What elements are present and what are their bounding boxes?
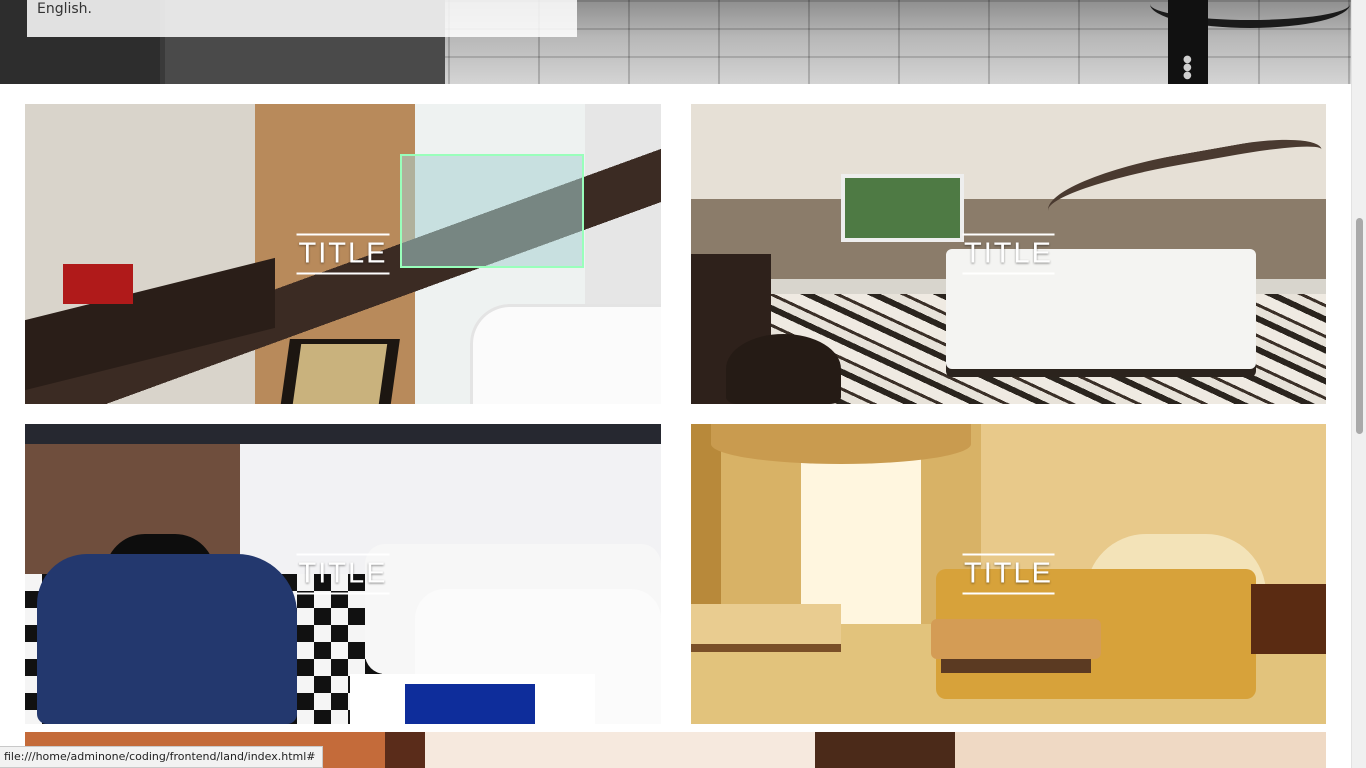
- browser-status-bar: file:///home/adminone/coding/frontend/la…: [0, 746, 323, 768]
- tile-title[interactable]: TITLE: [296, 553, 390, 595]
- tile-title[interactable]: TITLE: [962, 553, 1055, 595]
- photo-drapes: [711, 424, 971, 464]
- gallery-tile-bathroom[interactable]: TITLE: [25, 104, 661, 404]
- photo-stool: [726, 334, 841, 404]
- gallery-tile-living-room[interactable]: TITLE: [25, 424, 661, 724]
- status-url: file:///home/adminone/coding/frontend/la…: [4, 750, 316, 763]
- photo-rug-inner: [292, 344, 388, 404]
- photo-table-mat: [405, 684, 535, 724]
- photo-bathtub: [470, 304, 661, 404]
- tile-title[interactable]: TITLE: [296, 233, 390, 275]
- gallery-tile-bedroom-modern[interactable]: TITLE: [691, 104, 1326, 404]
- photo-nightstand: [1251, 584, 1326, 654]
- photo-window: [841, 174, 964, 242]
- photo-wall-art: [1042, 130, 1326, 243]
- tile-title[interactable]: TITLE: [962, 233, 1055, 275]
- hero-card-text: English.: [37, 1, 93, 17]
- photo-armchair: [37, 554, 297, 724]
- hero-chair-bolts: ● ● ●: [1183, 54, 1192, 81]
- scrollbar-thumb[interactable]: [1356, 218, 1363, 434]
- hero-text-card: English.: [27, 0, 577, 37]
- photo-bench: [931, 619, 1101, 659]
- page-scrollbar[interactable]: [1351, 0, 1366, 768]
- hero-banner: ● ● ● English.: [0, 0, 1351, 84]
- photo-red-boxes: [63, 264, 133, 304]
- gallery-tile-bedroom-classic[interactable]: TITLE: [691, 424, 1326, 724]
- photo-glass-shower: [400, 154, 584, 268]
- photo-chaise: [691, 604, 841, 644]
